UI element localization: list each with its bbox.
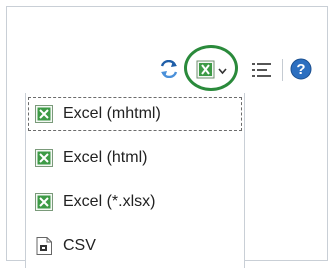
excel-file-icon [35, 193, 53, 211]
svg-text:?: ? [296, 61, 305, 78]
menu-item-label: Excel (mhtml) [63, 105, 161, 122]
excel-file-icon [35, 105, 53, 123]
report-panel: ? Excel (mhtml) Excel (html) Excel (*.xl… [6, 6, 329, 268]
excel-file-icon [35, 149, 53, 167]
csv-file-icon [35, 237, 53, 255]
export-menu: Excel (mhtml) Excel (html) Excel (*.xlsx… [25, 93, 245, 268]
menu-item-label: Excel (html) [63, 149, 148, 166]
menu-item-excel-mhtml[interactable]: Excel (mhtml) [28, 97, 242, 131]
refresh-icon[interactable] [159, 59, 179, 79]
toolbar-separator [282, 59, 283, 81]
highlight-ring [184, 45, 238, 91]
menu-item-excel-html[interactable]: Excel (html) [28, 141, 242, 175]
menu-item-excel-xlsx[interactable]: Excel (*.xlsx) [28, 185, 242, 219]
menu-item-label: CSV [63, 237, 96, 254]
help-icon[interactable]: ? [290, 58, 312, 80]
menu-item-label: Excel (*.xlsx) [63, 193, 156, 210]
list-settings-icon[interactable] [252, 62, 274, 78]
menu-item-csv[interactable]: CSV [28, 229, 242, 263]
report-toolbar: ? [7, 7, 329, 93]
